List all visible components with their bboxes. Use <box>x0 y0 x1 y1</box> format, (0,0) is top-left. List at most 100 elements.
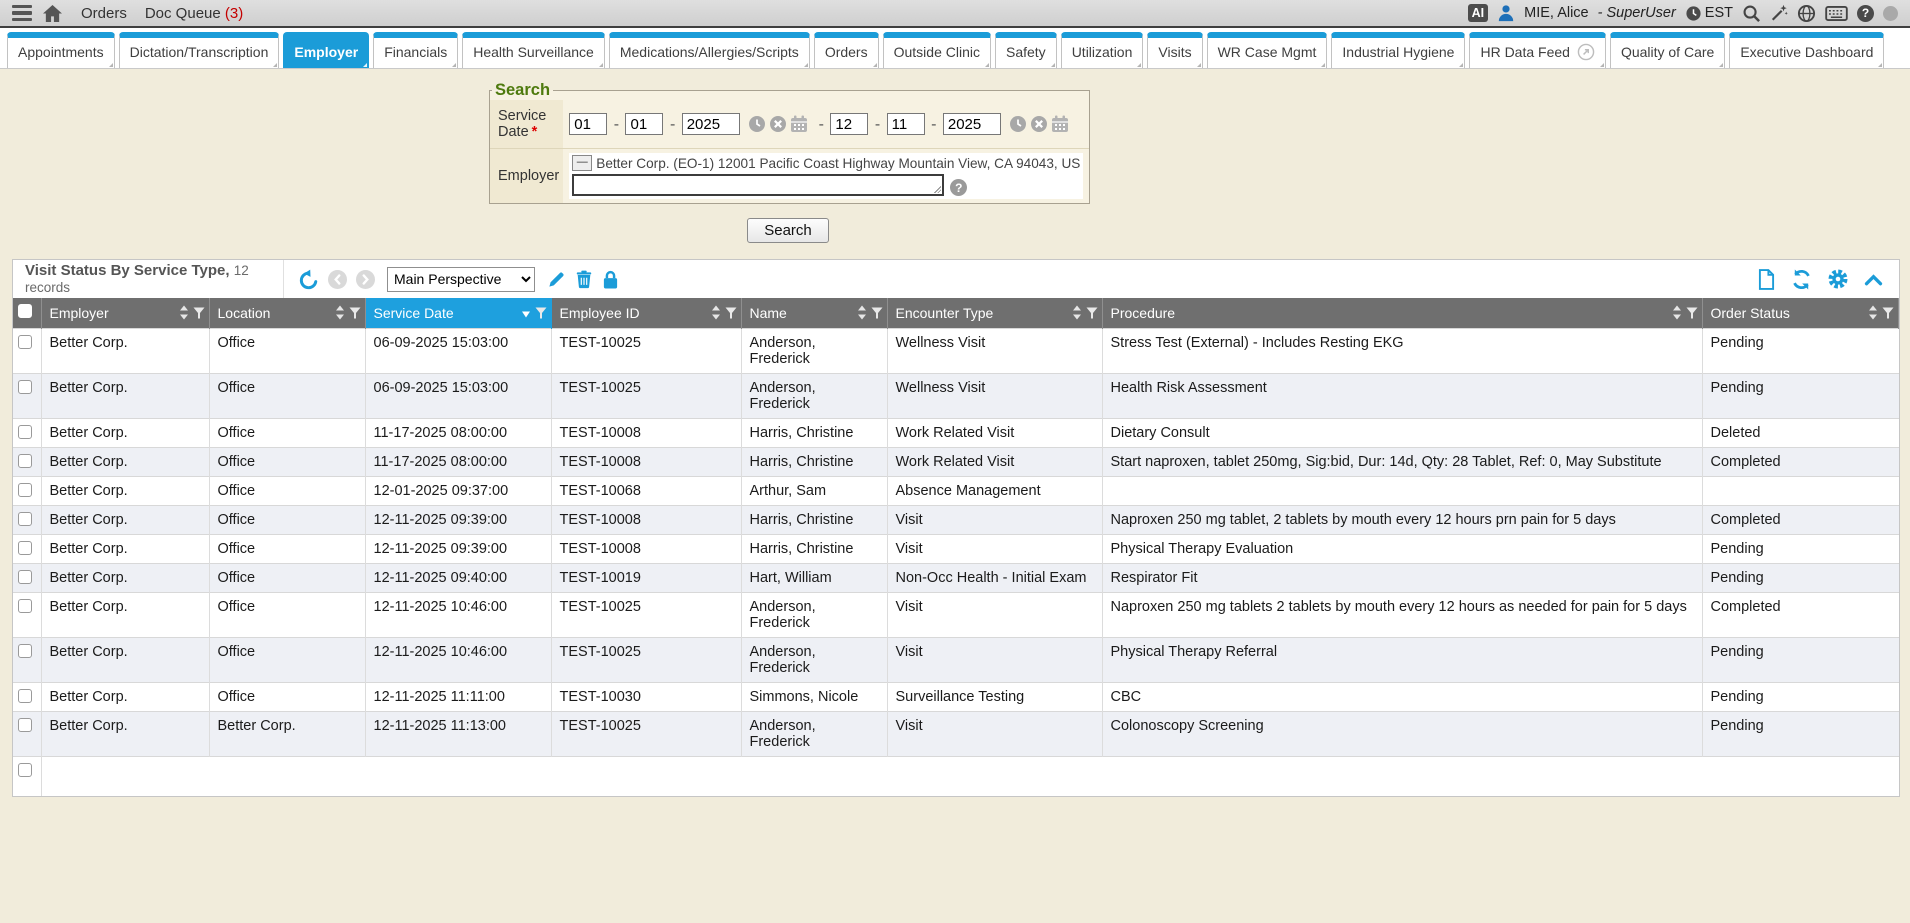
wand-icon[interactable] <box>1770 4 1788 22</box>
sort-icon[interactable] <box>335 305 345 320</box>
delete-perspective-icon[interactable] <box>575 270 593 289</box>
row-checkbox[interactable] <box>18 380 32 394</box>
row-checkbox[interactable] <box>18 718 32 732</box>
tab-wr-case-mgmt[interactable]: WR Case Mgmt <box>1207 32 1328 68</box>
settings-gear-icon[interactable] <box>1828 269 1848 289</box>
collapse-panel-icon[interactable] <box>1864 273 1883 286</box>
service-date-from-year[interactable] <box>682 113 740 135</box>
service-date-to-month[interactable] <box>830 113 868 135</box>
tab-outside-clinic[interactable]: Outside Clinic <box>883 32 991 68</box>
column-header-employer[interactable]: Employer <box>41 298 209 328</box>
breadcrumb-section[interactable]: Orders <box>81 5 127 22</box>
sort-desc-icon[interactable] <box>521 305 531 320</box>
column-header-service-date[interactable]: Service Date <box>365 298 551 328</box>
time-picker-icon[interactable] <box>748 115 766 133</box>
row-checkbox[interactable] <box>18 644 32 658</box>
column-header-encounter-type[interactable]: Encounter Type <box>887 298 1102 328</box>
filter-icon[interactable] <box>535 307 547 319</box>
row-checkbox[interactable] <box>18 541 32 555</box>
timezone[interactable]: EST <box>1685 5 1733 22</box>
search-button[interactable]: Search <box>747 218 829 243</box>
column-header-order-status[interactable]: Order Status <box>1702 298 1899 328</box>
filter-icon[interactable] <box>871 307 883 319</box>
search-icon[interactable] <box>1742 4 1761 23</box>
time-picker-icon[interactable] <box>1009 115 1027 133</box>
row-checkbox[interactable] <box>18 335 32 349</box>
row-checkbox[interactable] <box>18 425 32 439</box>
sort-icon[interactable] <box>1672 305 1682 320</box>
employer-search-input[interactable] <box>572 174 944 196</box>
column-header-name[interactable]: Name <box>741 298 887 328</box>
tab-medications-allergies-scripts[interactable]: Medications/Allergies/Scripts <box>609 32 810 68</box>
service-date-to-day[interactable] <box>887 113 925 135</box>
prev-icon[interactable] <box>328 270 347 289</box>
employer-help-icon[interactable]: ? <box>950 179 967 196</box>
sort-icon[interactable] <box>1072 305 1082 320</box>
tab-employer[interactable]: Employer <box>283 32 369 68</box>
tab-hr-data-feed[interactable]: HR Data Feed <box>1469 32 1605 68</box>
select-all-checkbox[interactable] <box>18 304 32 318</box>
tab-financials[interactable]: Financials <box>373 32 458 68</box>
tab-industrial-hygiene[interactable]: Industrial Hygiene <box>1331 32 1465 68</box>
search-section: Search Service Date* - - - <box>0 69 1910 243</box>
filter-icon[interactable] <box>1882 307 1894 319</box>
ai-badge[interactable]: AI <box>1468 4 1489 22</box>
clear-date-icon[interactable] <box>1030 115 1048 133</box>
tab-quality-of-care[interactable]: Quality of Care <box>1610 32 1725 68</box>
home-icon[interactable] <box>42 4 63 23</box>
sort-icon[interactable] <box>1868 305 1878 320</box>
keyboard-icon[interactable] <box>1825 6 1848 21</box>
filter-icon[interactable] <box>1686 307 1698 319</box>
tab-visits[interactable]: Visits <box>1147 32 1202 68</box>
filter-icon[interactable] <box>725 307 737 319</box>
globe-icon[interactable] <box>1797 4 1816 23</box>
perspective-select[interactable]: Main Perspective <box>387 267 535 292</box>
edit-perspective-icon[interactable] <box>547 270 566 289</box>
tab-utilization[interactable]: Utilization <box>1061 32 1144 68</box>
row-checkbox[interactable] <box>18 689 32 703</box>
row-checkbox[interactable] <box>18 512 32 526</box>
collapse-employer-button[interactable]: — <box>572 155 592 171</box>
next-icon[interactable] <box>356 270 375 289</box>
tab-health-surveillance[interactable]: Health Surveillance <box>462 32 605 68</box>
filter-icon[interactable] <box>193 307 205 319</box>
row-checkbox[interactable] <box>18 599 32 613</box>
filter-icon[interactable] <box>349 307 361 319</box>
row-checkbox[interactable] <box>18 454 32 468</box>
sort-icon[interactable] <box>857 305 867 320</box>
sort-icon[interactable] <box>179 305 189 320</box>
undo-icon[interactable] <box>298 269 319 290</box>
help-icon[interactable]: ? <box>1857 5 1874 22</box>
employer-row: Employer — Better Corp. (EO-1) 12001 Pac… <box>490 149 1089 204</box>
tab-executive-dashboard[interactable]: Executive Dashboard <box>1729 32 1884 68</box>
calendar-icon[interactable] <box>1051 115 1069 133</box>
filter-icon[interactable] <box>1086 307 1098 319</box>
service-date-to-year[interactable] <box>943 113 1001 135</box>
external-link-icon[interactable] <box>1577 43 1595 61</box>
tab-appointments[interactable]: Appointments <box>7 32 115 68</box>
resize-grip[interactable] <box>934 186 941 193</box>
cell-location: Office <box>209 328 365 373</box>
status-dot-icon[interactable] <box>1883 6 1898 21</box>
clear-date-icon[interactable] <box>769 115 787 133</box>
column-header-location[interactable]: Location <box>209 298 365 328</box>
service-date-from-day[interactable] <box>625 113 663 135</box>
row-checkbox[interactable] <box>18 570 32 584</box>
column-header-procedure[interactable]: Procedure <box>1102 298 1702 328</box>
column-header-employee-id[interactable]: Employee ID <box>551 298 741 328</box>
tab-dictation-transcription[interactable]: Dictation/Transcription <box>119 32 280 68</box>
user-name[interactable]: MIE, Alice <box>1524 5 1588 21</box>
breadcrumb-page[interactable]: Doc Queue (3) <box>145 5 243 22</box>
row-checkbox[interactable] <box>18 763 32 777</box>
refresh-icon[interactable] <box>1791 269 1812 290</box>
calendar-icon[interactable] <box>790 115 808 133</box>
service-date-from-month[interactable] <box>569 113 607 135</box>
row-checkbox[interactable] <box>18 483 32 497</box>
tab-orders[interactable]: Orders <box>814 32 879 68</box>
sort-icon[interactable] <box>711 305 721 320</box>
employer-selected-value[interactable]: Better Corp. (EO-1) 12001 Pacific Coast … <box>596 156 1080 171</box>
tab-safety[interactable]: Safety <box>995 32 1057 68</box>
menu-icon[interactable] <box>12 5 32 22</box>
export-document-icon[interactable] <box>1758 269 1775 290</box>
lock-icon[interactable] <box>602 270 619 289</box>
